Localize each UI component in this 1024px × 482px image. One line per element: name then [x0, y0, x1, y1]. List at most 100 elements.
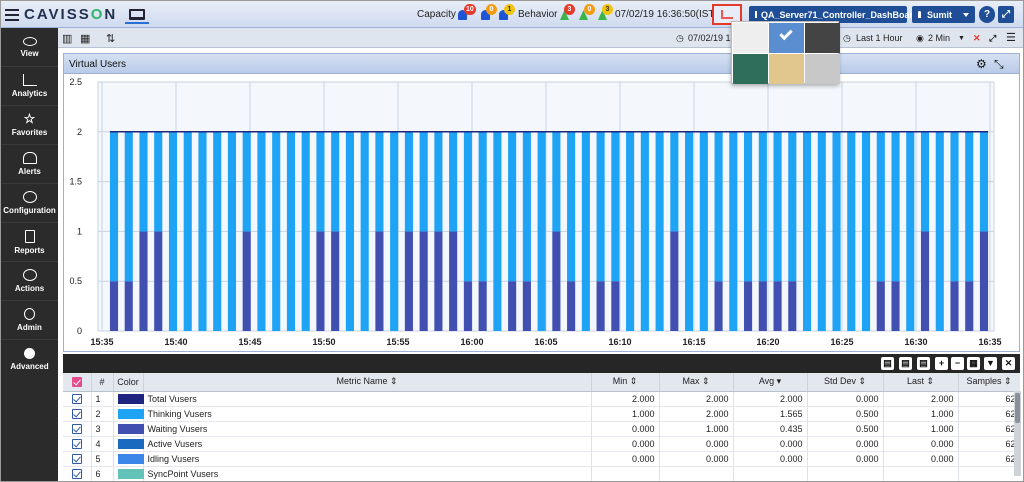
monitor-icon[interactable]: [125, 9, 150, 24]
bar-thinking-vusers: [729, 131, 738, 331]
bar-thinking-vusers: [832, 131, 841, 331]
sidebar-item-view[interactable]: View: [1, 28, 58, 67]
sidebar-item-label: Advanced: [10, 362, 49, 371]
row-metric-name: Idling Vusers: [143, 451, 592, 467]
sidebar-item-configuration[interactable]: Configuration: [1, 184, 58, 223]
table-view-icon[interactable]: ▦: [80, 32, 90, 45]
row-checkbox[interactable]: [63, 451, 92, 467]
x-tick-label: 16:00: [460, 337, 483, 347]
expand-icon[interactable]: ⤢: [989, 33, 996, 44]
column-header-metric-name[interactable]: Metric Name ⇕: [143, 373, 592, 392]
table-row[interactable]: 2 Thinking Vusers 1.000 2.000 1.565 0.500 1.00…: [63, 406, 1020, 422]
user-icon: [24, 308, 35, 320]
theme-swatch[interactable]: [805, 54, 840, 84]
export-word-icon[interactable]: ▤: [917, 357, 930, 370]
y-tick-label: 2: [77, 127, 82, 137]
row-checkbox[interactable]: [63, 421, 92, 437]
help-icon[interactable]: ?: [979, 6, 995, 23]
x-tick-label: 16:05: [534, 337, 557, 347]
table-row[interactable]: 6 SyncPoint Vusers: [63, 466, 1020, 481]
table-row[interactable]: 4 Active Vusers 0.000 0.000 0.000 0.000 0.000 6…: [63, 436, 1020, 452]
add-icon[interactable]: +: [935, 357, 948, 370]
bar-chart-icon[interactable]: ▥: [62, 32, 72, 45]
row-checkbox[interactable]: [63, 406, 92, 422]
x-tick-label: 16:10: [608, 337, 631, 347]
column-header-last[interactable]: Last ⇕: [883, 373, 959, 392]
row-checkbox[interactable]: [63, 391, 92, 407]
sidebar-item-label: Alerts: [18, 167, 41, 176]
column-header-avg[interactable]: Avg ▾: [733, 373, 808, 392]
bar-thinking-vusers: [626, 131, 635, 331]
theme-swatch[interactable]: [733, 23, 768, 53]
sidebar-item-label: Favorites: [11, 128, 48, 137]
time-range-selector[interactable]: Last 1 Hour: [856, 33, 903, 43]
view-interval-selector[interactable]: 2 Min: [928, 33, 950, 43]
chevron-down-icon: [963, 12, 969, 17]
sidebar-item-admin[interactable]: Admin: [1, 301, 58, 340]
toolbar-date[interactable]: 07/02/19 1: [688, 33, 731, 43]
bar-waiting-vusers: [109, 281, 119, 331]
collapse-icon[interactable]: ⤡: [994, 57, 1004, 72]
list-menu-icon[interactable]: ☰: [1006, 31, 1016, 44]
column-header-std-dev[interactable]: Std Dev ⇕: [807, 373, 884, 392]
pin-icon[interactable]: ✕: [973, 33, 981, 44]
sidebar-item-analytics[interactable]: Analytics: [1, 67, 58, 106]
bar-thinking-vusers: [891, 131, 900, 282]
gear-icon[interactable]: ⚙: [976, 57, 987, 71]
sidebar-item-alerts[interactable]: Alerts: [1, 145, 58, 184]
row-color-swatch: [113, 451, 144, 467]
table-row[interactable]: 3 Waiting Vusers 0.000 1.000 0.435 0.500 1.000…: [63, 421, 1020, 437]
y-tick-label: 0.5: [69, 276, 82, 286]
sidebar-item-reports[interactable]: Reports: [1, 223, 58, 262]
column-header-samples[interactable]: Samples ⇕: [958, 373, 1020, 392]
x-tick-label: 15:55: [386, 337, 409, 347]
table-row[interactable]: 1 Total Vusers 2.000 2.000 2.000 0.000 2.000 62: [63, 391, 1020, 407]
sidebar-item-favorites[interactable]: ☆ Favorites: [1, 106, 58, 145]
row-min: [591, 466, 660, 481]
theme-swatch[interactable]: [769, 23, 804, 53]
hamburger-menu-icon[interactable]: [5, 8, 19, 21]
bar-thinking-vusers: [655, 131, 664, 331]
table-row[interactable]: 5 Idling Vusers 0.000 0.000 0.000 0.000 0.000 6…: [63, 451, 1020, 467]
sidebar-item-label: View: [20, 48, 39, 58]
columns-icon[interactable]: ▦: [967, 357, 980, 370]
chevron-down-icon[interactable]: ▼: [958, 35, 965, 42]
row-checkbox[interactable]: [63, 466, 92, 481]
bar-thinking-vusers: [139, 131, 148, 232]
column-header-min[interactable]: Min ⇕: [591, 373, 660, 392]
bar-waiting-vusers: [965, 281, 974, 331]
row-min: 0.000: [591, 436, 660, 452]
table-scrollbar[interactable]: [1014, 391, 1021, 476]
bar-thinking-vusers: [847, 131, 856, 331]
user-menu-button[interactable]: Sumit: [912, 6, 975, 23]
bar-waiting-vusers: [375, 231, 384, 331]
bar-waiting-vusers: [419, 231, 428, 331]
close-icon[interactable]: ✕: [1002, 357, 1015, 370]
theme-swatch[interactable]: [805, 23, 840, 53]
export-excel-icon[interactable]: ▤: [899, 357, 912, 370]
select-all-checkbox[interactable]: [63, 373, 92, 392]
sidebar-item-advanced[interactable]: Advanced: [1, 340, 58, 379]
remove-icon[interactable]: −: [951, 357, 964, 370]
bar-waiting-vusers: [331, 231, 340, 331]
row-std-dev: 0.500: [807, 421, 884, 437]
row-index: 4: [91, 436, 114, 452]
clock-icon: ◷: [843, 33, 851, 43]
sort-icon[interactable]: ⇅: [106, 32, 115, 45]
x-tick-label: 16:25: [830, 337, 853, 347]
theme-swatch[interactable]: [769, 54, 804, 84]
metrics-table: # Color Metric Name ⇕ Min ⇕ Max ⇕ Avg ▾ …: [63, 373, 1020, 481]
sidebar-item-actions[interactable]: Actions: [1, 262, 58, 301]
bar-thinking-vusers: [434, 131, 443, 232]
sidebar-item-label: Configuration: [3, 206, 56, 215]
row-checkbox[interactable]: [63, 436, 92, 452]
export-pdf-icon[interactable]: ▤: [881, 357, 894, 370]
row-avg: 0.000: [733, 451, 808, 467]
bar-thinking-vusers: [301, 131, 310, 331]
capacity-minor-badge: 1: [504, 4, 515, 15]
row-color-swatch: [113, 421, 144, 437]
column-header-max[interactable]: Max ⇕: [659, 373, 734, 392]
filter-icon[interactable]: ▼: [984, 357, 997, 370]
theme-swatch[interactable]: [733, 54, 768, 84]
fullscreen-icon[interactable]: ⤢: [998, 6, 1014, 23]
